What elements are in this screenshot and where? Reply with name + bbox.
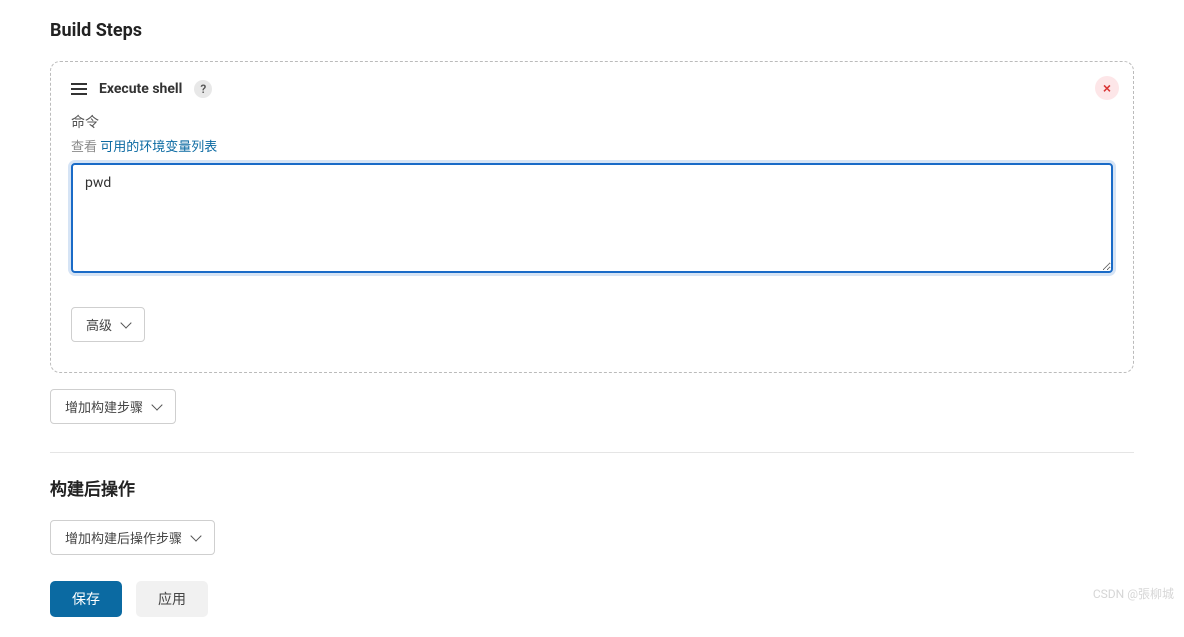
section-divider [50, 452, 1134, 453]
add-post-build-label: 增加构建后操作步骤 [65, 528, 182, 547]
chevron-down-icon [151, 399, 162, 410]
hint-prefix: 查看 [71, 140, 97, 155]
close-icon: × [1103, 81, 1111, 95]
env-vars-link[interactable]: 可用的环境变量列表 [100, 140, 217, 155]
hint-row: 查看 可用的环境变量列表 [71, 136, 1113, 155]
apply-button[interactable]: 应用 [136, 581, 208, 617]
advanced-label: 高级 [86, 315, 112, 334]
delete-step-button[interactable]: × [1095, 76, 1119, 100]
command-label: 命令 [71, 112, 1113, 132]
step-title: Execute shell [99, 81, 182, 97]
help-icon[interactable]: ? [194, 80, 212, 98]
add-post-build-step-button[interactable]: 增加构建后操作步骤 [50, 520, 215, 555]
build-step-box: Execute shell ? × 命令 查看 可用的环境变量列表 高级 [50, 61, 1134, 373]
save-button[interactable]: 保存 [50, 581, 122, 617]
build-steps-title: Build Steps [50, 20, 1134, 41]
chevron-down-icon [120, 317, 131, 328]
chevron-down-icon [190, 530, 201, 541]
post-build-title: 构建后操作 [50, 475, 1134, 500]
add-build-step-button[interactable]: 增加构建步骤 [50, 389, 176, 424]
drag-handle-icon[interactable] [71, 83, 87, 95]
command-textarea[interactable] [71, 163, 1113, 273]
advanced-dropdown[interactable]: 高级 [71, 307, 145, 342]
step-header: Execute shell ? [71, 80, 1113, 98]
action-buttons: 保存 应用 [50, 581, 1134, 617]
add-build-step-label: 增加构建步骤 [65, 397, 143, 416]
